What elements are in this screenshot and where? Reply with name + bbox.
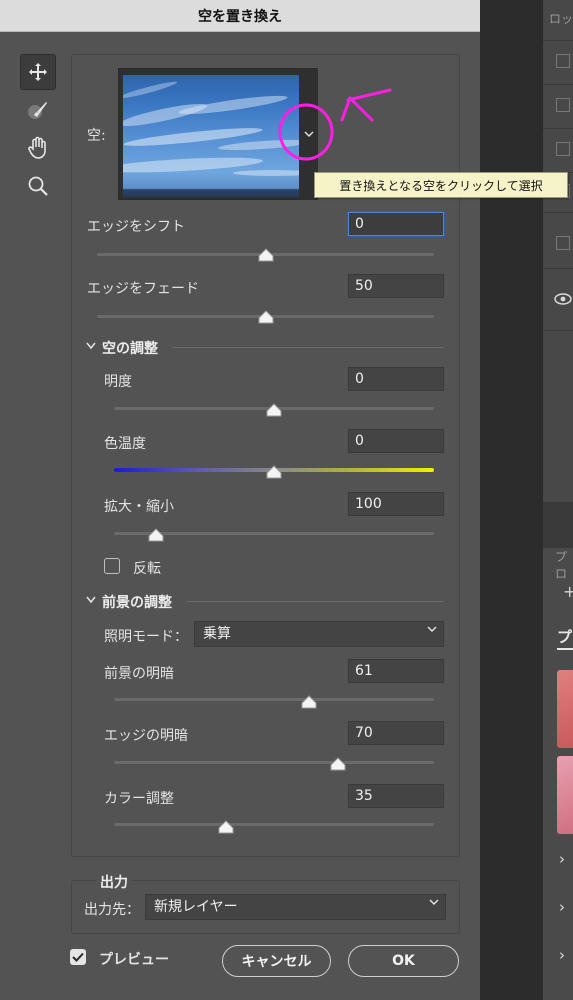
zoom-icon xyxy=(28,176,48,196)
color-adjust-input[interactable]: 35 xyxy=(348,784,444,808)
flip-checkbox[interactable] xyxy=(104,558,120,574)
thumbnail-image[interactable] xyxy=(557,670,573,748)
add-icon[interactable]: + xyxy=(563,582,573,601)
output-dest-label: 出力先： xyxy=(84,902,140,918)
hand-icon xyxy=(28,136,46,159)
lighting-mode-label: 照明モード： xyxy=(104,629,188,645)
hand-tool-button[interactable] xyxy=(20,130,56,166)
lighting-mode-select[interactable]: 乗算 xyxy=(194,621,444,647)
shift-edge-slider-thumb[interactable] xyxy=(258,248,274,262)
edge-lighting-slider[interactable] xyxy=(114,761,434,764)
move-tool-button[interactable] xyxy=(20,54,56,90)
scale-slider-thumb[interactable] xyxy=(148,528,164,542)
fg-lighting-label: 前景の明暗 xyxy=(104,666,174,682)
temperature-input[interactable]: 0 xyxy=(348,429,444,453)
eye-icon[interactable] xyxy=(553,292,573,306)
temperature-label: 色温度 xyxy=(104,436,146,452)
properties-subtab-label[interactable]: プ xyxy=(557,626,572,647)
preview-label[interactable]: プレビュー xyxy=(99,949,169,969)
preview-checkbox[interactable] xyxy=(70,949,86,965)
layer-visibility-box[interactable] xyxy=(556,98,570,112)
sky-brush-tool-button[interactable] xyxy=(20,92,56,128)
edge-lighting-slider-thumb[interactable] xyxy=(330,757,346,771)
brightness-slider-thumb[interactable] xyxy=(266,403,282,417)
fg-adjust-heading[interactable]: 前景の調整 xyxy=(102,592,172,612)
fade-edge-slider-thumb[interactable] xyxy=(258,310,274,324)
section-divider xyxy=(172,347,444,348)
checkmark-icon xyxy=(72,952,84,962)
sky-label: 空: xyxy=(87,128,106,144)
output-heading: 出力 xyxy=(96,872,132,892)
layers-tab-label[interactable]: ロッ xyxy=(549,10,573,27)
shift-edge-input[interactable]: 0 xyxy=(348,212,444,236)
zoom-tool-button[interactable] xyxy=(20,168,56,204)
chevron-right-icon[interactable]: › xyxy=(559,898,565,916)
output-dest-select[interactable]: 新規レイヤー xyxy=(145,894,446,920)
layer-visibility-box[interactable] xyxy=(556,54,570,68)
sky-brush-icon xyxy=(28,102,47,119)
fg-lighting-input[interactable]: 61 xyxy=(348,659,444,683)
brightness-input[interactable]: 0 xyxy=(348,367,444,391)
ok-button[interactable]: OK xyxy=(348,945,459,977)
properties-panel: プロ + プ › › › xyxy=(543,548,573,1000)
sky-adjust-heading[interactable]: 空の調整 xyxy=(102,338,158,358)
layer-visibility-box[interactable] xyxy=(556,236,570,250)
color-adjust-slider-thumb[interactable] xyxy=(218,820,234,834)
chevron-right-icon[interactable]: › xyxy=(559,850,565,868)
chevron-down-icon[interactable] xyxy=(86,342,96,350)
temperature-slider-thumb[interactable] xyxy=(266,465,282,479)
scale-input[interactable]: 100 xyxy=(348,492,444,516)
sky-replacement-dialog: 空を置き換え 空: エッジをシフト 0 エッジをフェード 50 空の調整 明度 … xyxy=(0,0,480,1000)
section-divider xyxy=(186,601,444,602)
flip-label[interactable]: 反転 xyxy=(133,558,161,578)
annotation-highlight xyxy=(278,88,392,161)
dialog-title: 空を置き換え xyxy=(0,0,480,32)
chevron-down-icon[interactable] xyxy=(86,596,96,604)
color-adjust-label: カラー調整 xyxy=(104,791,174,807)
chevron-down-icon xyxy=(427,626,437,632)
sky-tooltip: 置き換えとなる空をクリックして選択 xyxy=(314,172,568,198)
fade-edge-input[interactable]: 50 xyxy=(348,274,444,298)
fg-lighting-slider[interactable] xyxy=(114,698,434,701)
lighting-mode-value: 乗算 xyxy=(203,626,231,642)
move-icon xyxy=(29,63,47,81)
edge-lighting-label: エッジの明暗 xyxy=(104,728,188,744)
color-adjust-slider[interactable] xyxy=(114,823,434,826)
thumbnail-image[interactable] xyxy=(557,756,573,834)
fg-lighting-slider-thumb[interactable] xyxy=(301,695,317,709)
edge-lighting-input[interactable]: 70 xyxy=(348,721,444,745)
layers-panel: ロッ xyxy=(543,0,573,502)
properties-tab-label[interactable]: プロ xyxy=(555,548,573,582)
chevron-right-icon[interactable]: › xyxy=(559,946,565,964)
output-dest-value: 新規レイヤー xyxy=(154,899,238,915)
brightness-label: 明度 xyxy=(104,374,132,390)
layer-visibility-box[interactable] xyxy=(556,142,570,156)
scale-label: 拡大・縮小 xyxy=(104,499,174,515)
fade-edge-label: エッジをフェード xyxy=(87,281,199,297)
chevron-down-icon xyxy=(429,899,439,905)
cancel-button[interactable]: キャンセル xyxy=(222,945,331,977)
shift-edge-label: エッジをシフト xyxy=(87,219,185,235)
